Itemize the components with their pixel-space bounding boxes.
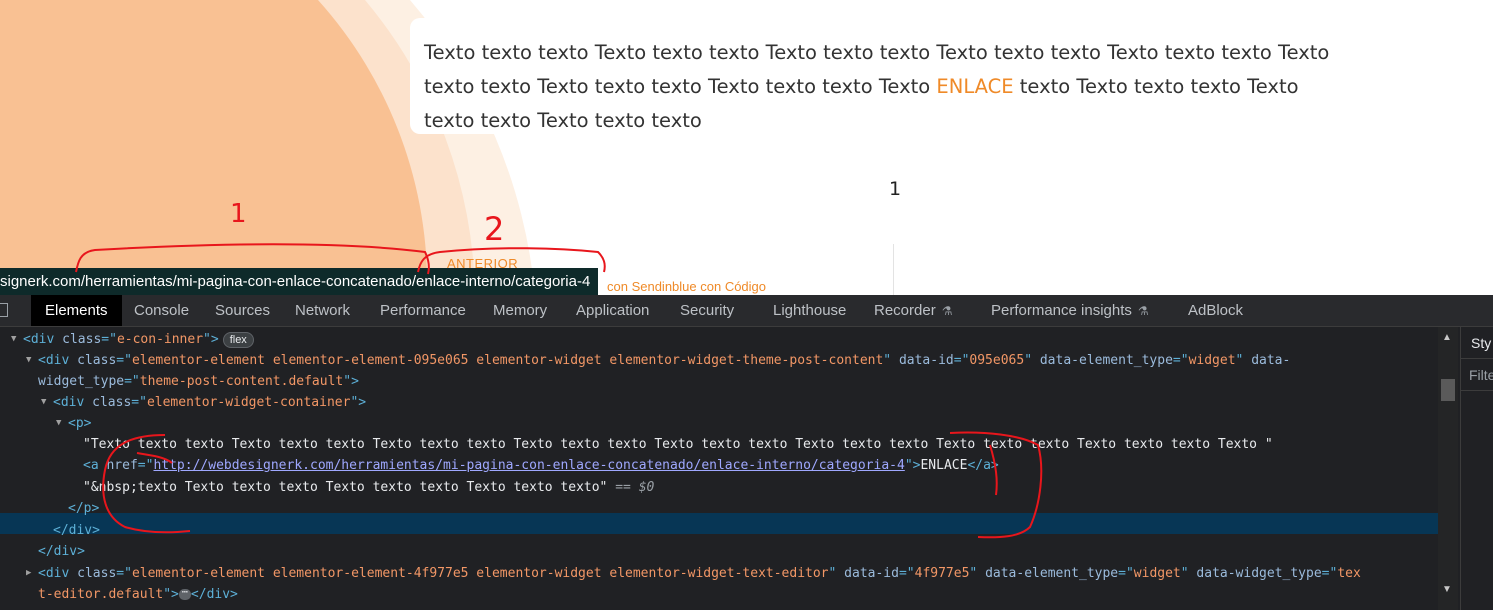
- elements-dom-tree[interactable]: ▼ <div class="e-con-inner"> flex ▼ <div c…: [0, 327, 1438, 610]
- elements-scrollbar[interactable]: ▲ ▼: [1438, 327, 1458, 610]
- scroll-down-arrow-icon[interactable]: ▼: [1442, 584, 1452, 595]
- styles-side-pane: Sty Filte: [1460, 327, 1493, 610]
- dom-close-p[interactable]: </p>: [68, 498, 99, 519]
- webpage-area: Texto texto texto Texto texto texto Text…: [0, 0, 1493, 295]
- dom-node-post-content-widget[interactable]: ▼ <div class="elementor-element elemento…: [26, 350, 1290, 371]
- tab-recorder[interactable]: Recorder ⚗: [874, 295, 952, 326]
- inspect-element-icon[interactable]: [0, 303, 8, 317]
- tab-security[interactable]: Security: [680, 295, 734, 326]
- tab-memory[interactable]: Memory: [493, 295, 547, 326]
- collapsed-arrow-icon[interactable]: ▶: [26, 563, 31, 584]
- tab-performance-insights-label: Performance insights: [991, 302, 1132, 319]
- tab-elements[interactable]: Elements: [31, 295, 122, 326]
- nav-divider: [893, 244, 894, 295]
- adjacent-post-title-link[interactable]: con Sendinblue con Código: [607, 279, 766, 294]
- tab-recorder-label: Recorder: [874, 302, 936, 319]
- styles-filter-input[interactable]: Filte: [1461, 359, 1493, 391]
- flex-badge[interactable]: flex: [222, 331, 254, 348]
- page-number[interactable]: 1: [889, 178, 901, 200]
- tab-application[interactable]: Application: [576, 295, 649, 326]
- dom-node-post-content-widget-cont: widget_type="theme-post-content.default"…: [38, 374, 359, 389]
- dom-text-node-1[interactable]: "Texto texto texto Texto texto texto Tex…: [83, 434, 1273, 455]
- expanded-arrow-icon[interactable]: ▼: [26, 350, 31, 371]
- expanded-arrow-icon[interactable]: ▼: [56, 413, 61, 434]
- dom-node-widget-container[interactable]: ▼ <div class="elementor-widget-container…: [41, 392, 366, 413]
- dom-node-text-editor-widget-cont: t-editor.default"> ⋯ </div>: [38, 587, 238, 602]
- post-paragraph: Texto texto texto Texto texto texto Text…: [424, 36, 1354, 138]
- dom-text-node-2-selected[interactable]: "&nbsp;texto Texto texto texto Texto tex…: [83, 477, 654, 498]
- dom-node-e-con-inner[interactable]: ▼ <div class="e-con-inner"> flex: [11, 329, 254, 350]
- scroll-up-arrow-icon[interactable]: ▲: [1442, 332, 1452, 343]
- post-enlace-link[interactable]: ENLACE: [936, 75, 1013, 98]
- tab-network[interactable]: Network: [295, 295, 350, 326]
- devtools-tab-bar: Elements Console Sources Network Perform…: [0, 295, 1493, 327]
- devtools-panel: Elements Console Sources Network Perform…: [0, 295, 1493, 610]
- collapsed-children-dots[interactable]: ⋯: [178, 588, 191, 600]
- tab-sources[interactable]: Sources: [215, 295, 270, 326]
- dom-close-div-2[interactable]: </div>: [38, 541, 85, 562]
- tab-styles[interactable]: Sty: [1461, 327, 1493, 359]
- tab-adblock[interactable]: AdBlock: [1188, 295, 1243, 326]
- href-link[interactable]: http://webdesignerk.com/herramientas/mi-…: [153, 458, 904, 473]
- link-hover-status-url: signerk.com/herramientas/mi-pagina-con-e…: [0, 268, 599, 295]
- experimental-flask-icon: ⚗: [1137, 304, 1149, 318]
- scrollbar-thumb[interactable]: [1441, 379, 1455, 401]
- dom-node-anchor[interactable]: <a href="http://webdesignerk.com/herrami…: [83, 455, 999, 476]
- tab-performance[interactable]: Performance: [380, 295, 466, 326]
- tab-performance-insights[interactable]: Performance insights ⚗: [991, 295, 1149, 326]
- selected-node-highlight: [0, 513, 1438, 534]
- dom-close-div-1[interactable]: </div>: [53, 520, 100, 541]
- tab-lighthouse[interactable]: Lighthouse: [773, 295, 846, 326]
- experimental-flask-icon: ⚗: [941, 304, 953, 318]
- tab-console[interactable]: Console: [134, 295, 189, 326]
- dom-node-paragraph[interactable]: ▼ <p>: [56, 413, 91, 434]
- dom-node-text-editor-widget[interactable]: ▶ <div class="elementor-element elemento…: [26, 563, 1361, 584]
- expanded-arrow-icon[interactable]: ▼: [41, 392, 46, 413]
- expanded-arrow-icon[interactable]: ▼: [11, 329, 16, 350]
